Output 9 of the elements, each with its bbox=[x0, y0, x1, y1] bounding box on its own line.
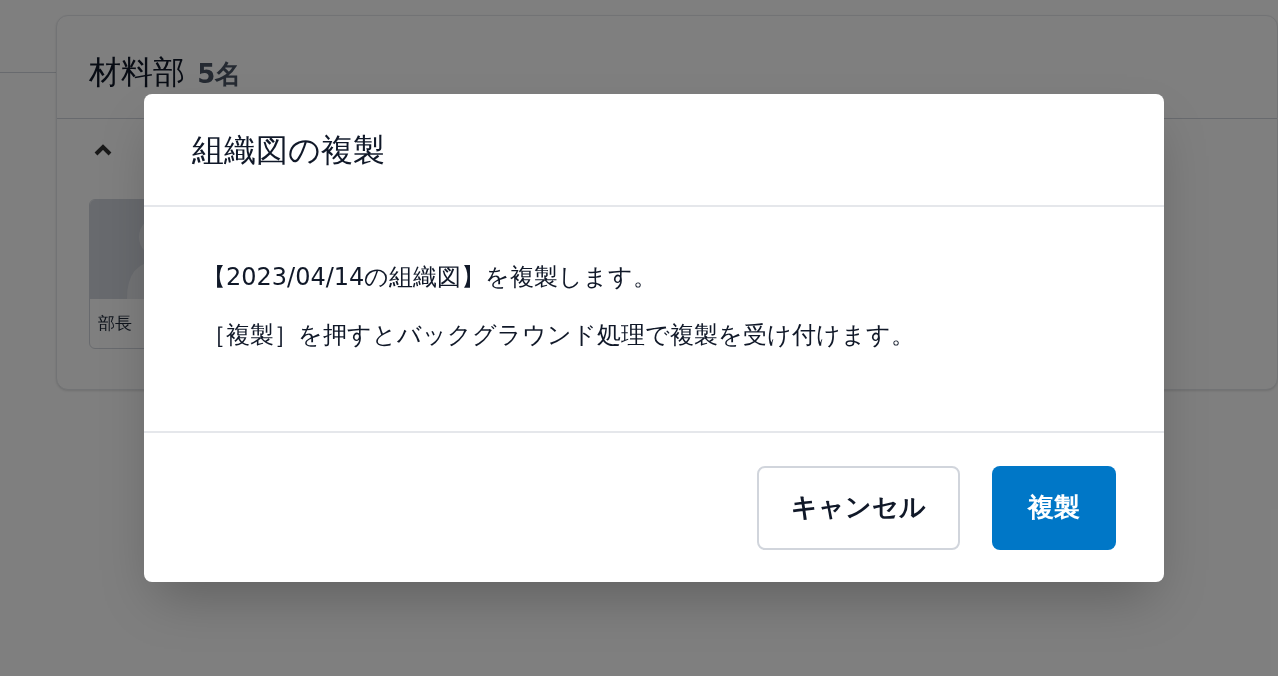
dialog-message: ［複製］を押すとバックグラウンド処理で複製を受け付けます。 bbox=[202, 320, 916, 351]
member-role: 部長 bbox=[97, 311, 134, 335]
member-count: 5名 bbox=[197, 58, 242, 91]
department-name: 材料部 bbox=[89, 52, 186, 93]
chevron-up-icon[interactable] bbox=[93, 143, 114, 157]
dialog-title: 組織図の複製 bbox=[192, 129, 385, 171]
dialog-message: 【2023/04/14の組織図】を複製します。 bbox=[202, 262, 659, 293]
cancel-button[interactable]: キャンセル bbox=[757, 465, 960, 550]
duplicate-button[interactable]: 複製 bbox=[992, 465, 1116, 550]
